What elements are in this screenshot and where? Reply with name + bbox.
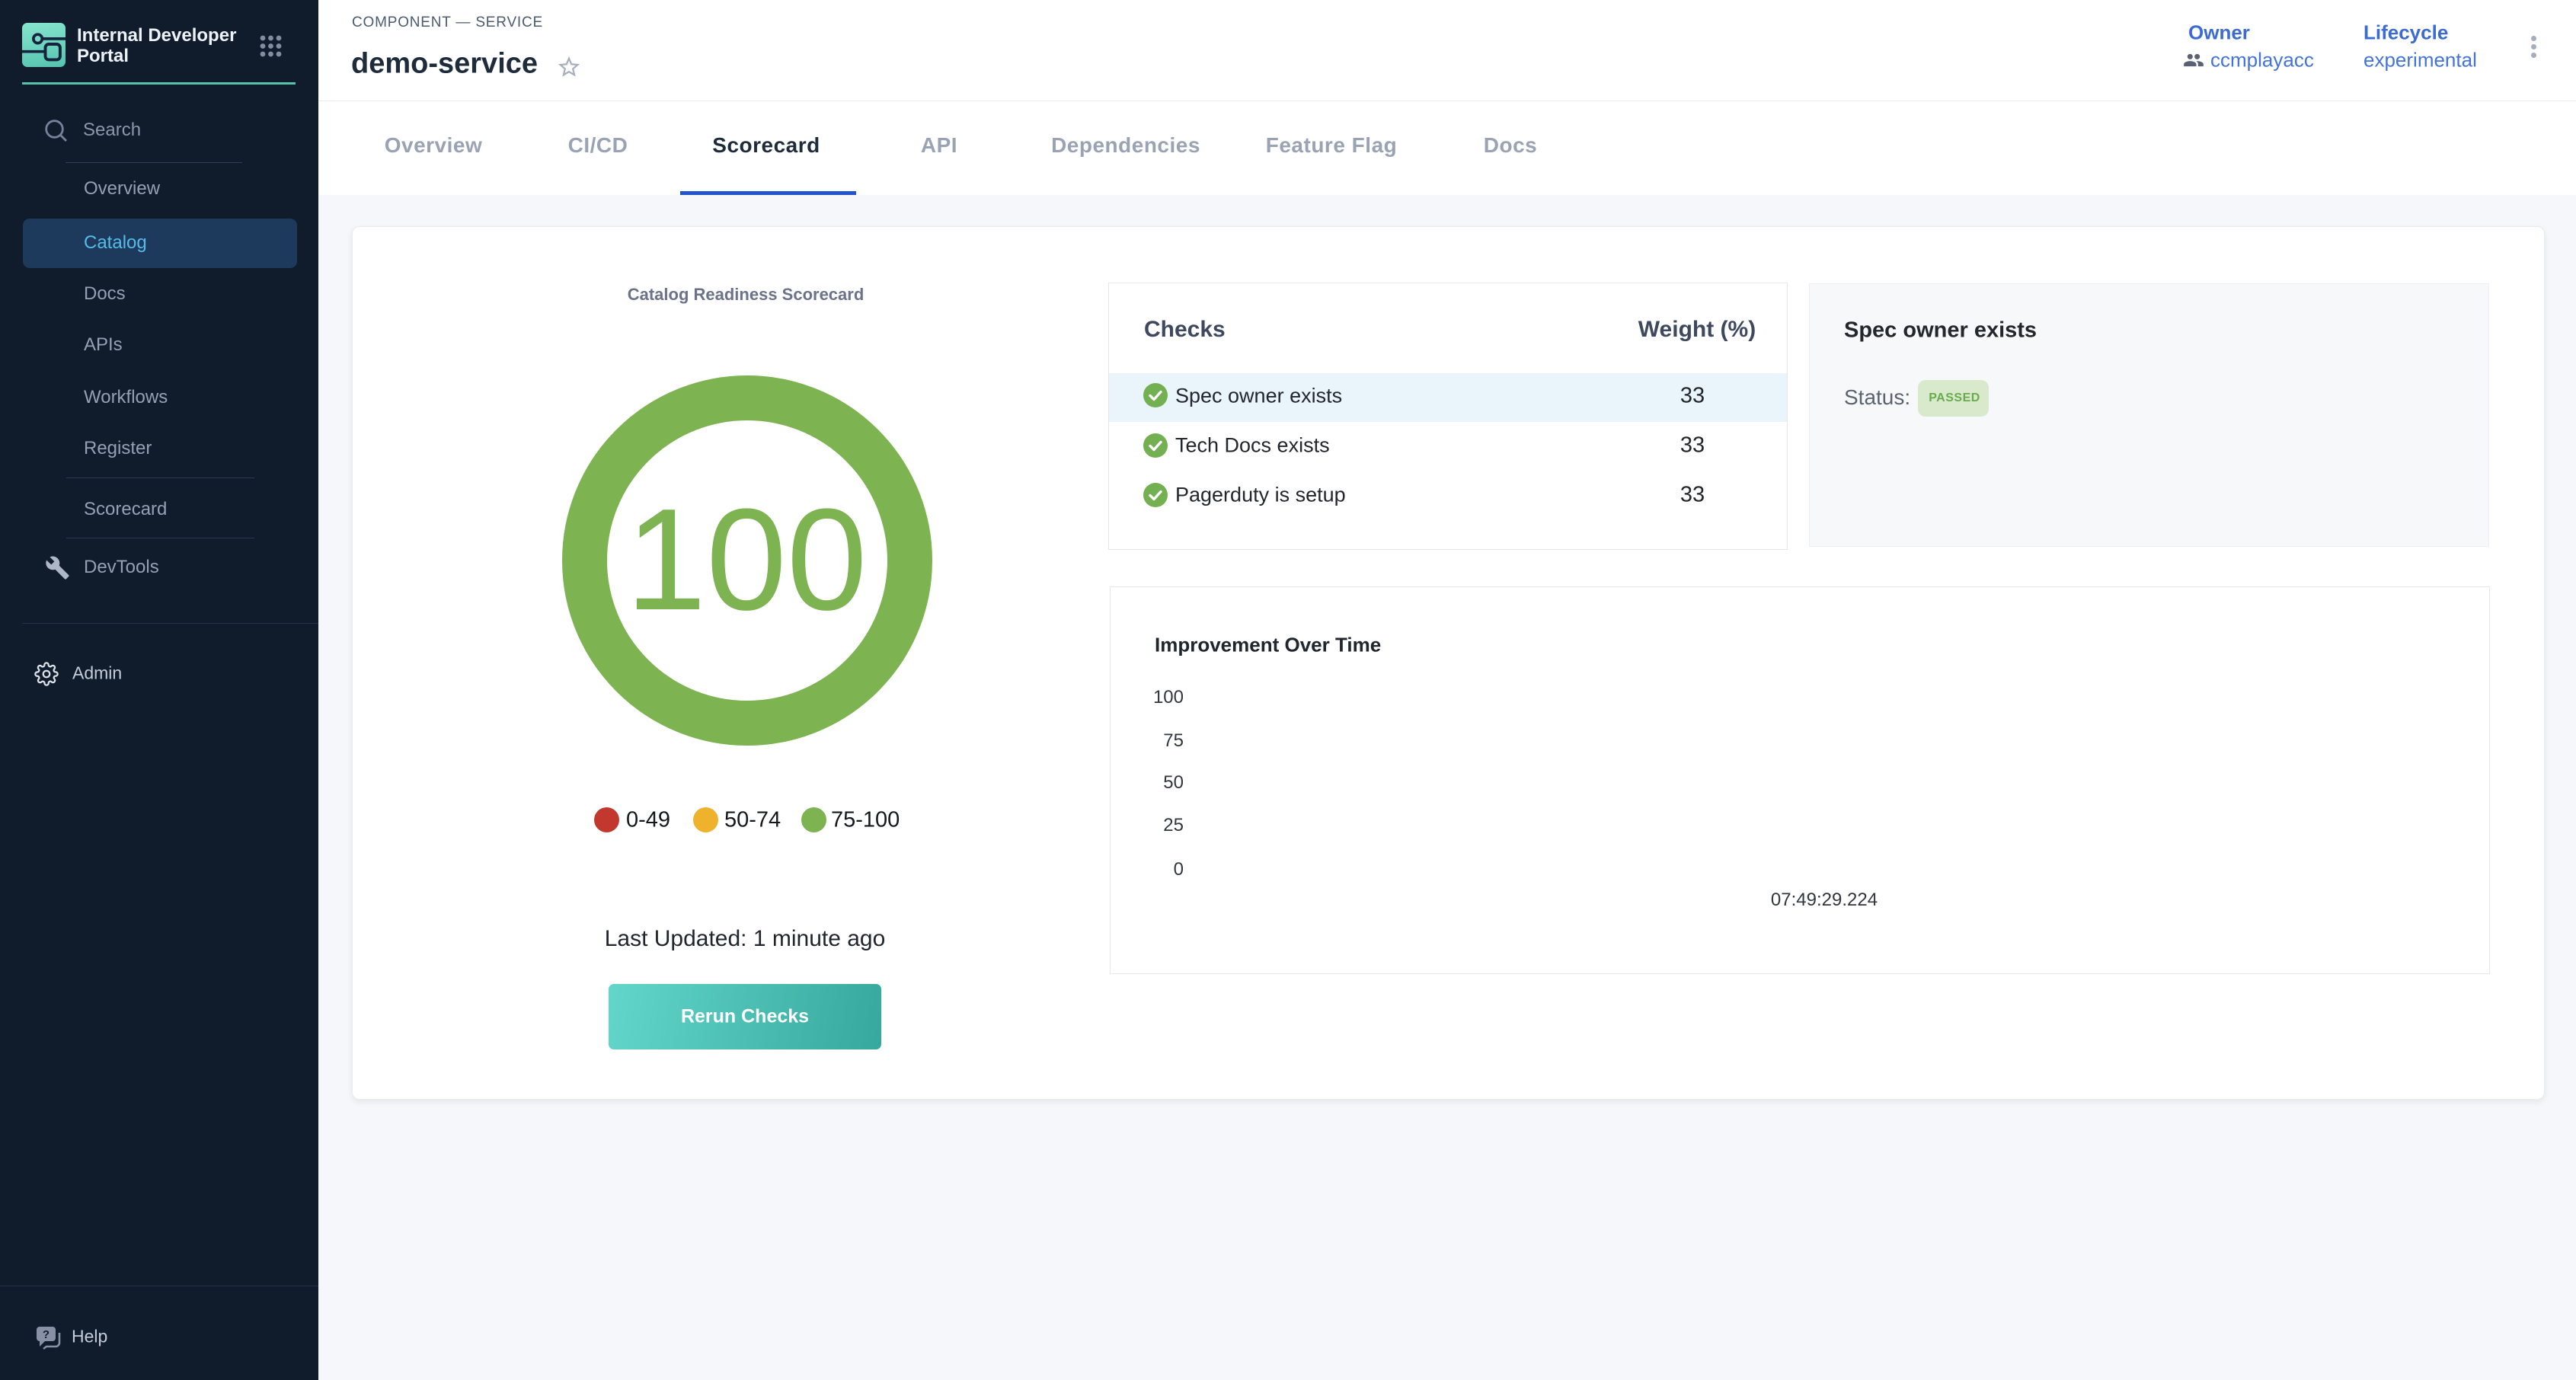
svg-text:?: ? (43, 1328, 50, 1341)
